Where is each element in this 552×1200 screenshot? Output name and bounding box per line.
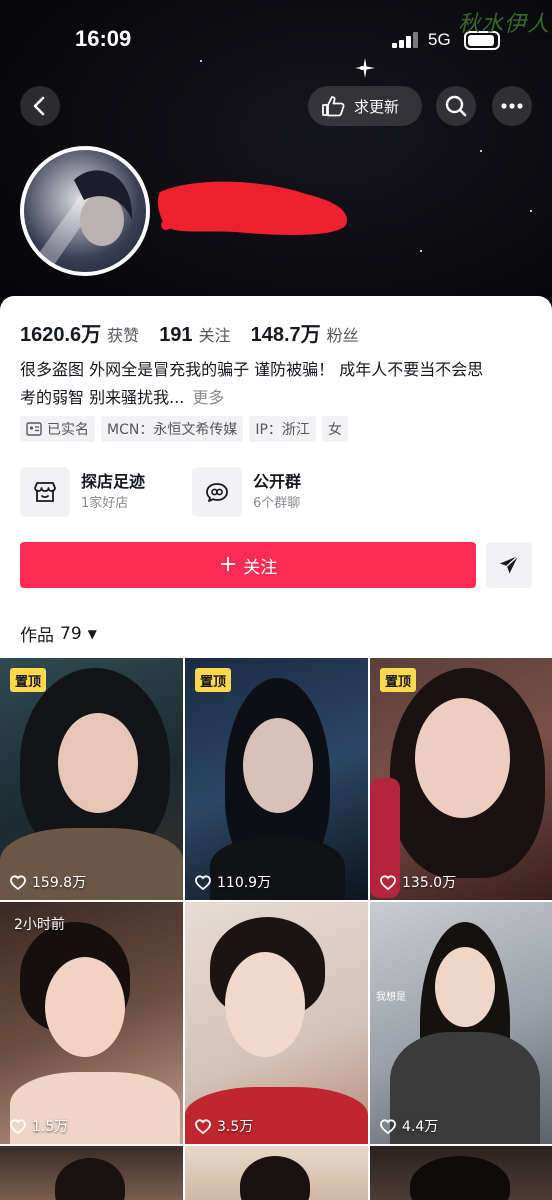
chat-group-icon-box — [192, 467, 242, 517]
watermark-logo: 秋水伊人 — [458, 12, 551, 37]
search-icon — [445, 95, 467, 117]
video-likes-count: 1.5万 — [32, 1119, 69, 1135]
pinned-badge: 置顶 — [380, 668, 417, 692]
bio-more-link[interactable]: 更多 — [192, 388, 224, 407]
works-tab[interactable]: 作品 79 ▼ — [20, 621, 97, 647]
avatar-image — [34, 170, 133, 265]
video-thumbnail[interactable]: 置顶 135.0万 — [370, 658, 552, 900]
request-update-label: 求更新 — [354, 97, 400, 116]
send-message-button[interactable] — [486, 542, 532, 588]
store-visits-title: 探店足迹 — [81, 472, 146, 491]
video-likes-count: 159.8万 — [32, 875, 87, 891]
heart-icon — [10, 1118, 26, 1134]
video-thumbnail[interactable] — [370, 1146, 552, 1200]
search-button[interactable] — [436, 86, 476, 126]
back-button[interactable] — [20, 86, 60, 126]
video-likes: 3.5万 — [195, 1116, 253, 1136]
video-likes: 135.0万 — [380, 872, 456, 892]
following-count[interactable]: 191 — [159, 324, 192, 347]
gender-tag-label: 女 — [327, 422, 342, 438]
id-card-icon — [26, 422, 42, 436]
signal-icon — [392, 32, 420, 48]
follow-button[interactable]: + 关注 — [20, 542, 476, 588]
posted-time-badge: 2小时前 — [14, 917, 65, 933]
store-icon-box — [20, 467, 70, 517]
video-likes: 1.5万 — [10, 1116, 68, 1136]
network-label: 5G — [428, 30, 451, 49]
public-group-title: 公开群 — [253, 472, 302, 491]
video-thumbnail[interactable]: 2小时前 1.5万 — [0, 902, 183, 1144]
pinned-badge: 置顶 — [10, 668, 47, 692]
works-tab-label: 作品 — [20, 626, 54, 646]
pinned-badge: 置顶 — [195, 668, 232, 692]
profile-tags: 已实名 MCN：永恒文希传媒 IP：浙江 女 — [20, 416, 348, 442]
heart-icon — [195, 874, 211, 890]
works-count: 79 — [60, 623, 82, 644]
status-time: 16:09 — [75, 26, 132, 51]
heart-icon — [10, 874, 26, 890]
heart-icon — [380, 874, 396, 890]
plus-icon: + — [218, 552, 238, 577]
mcn-tag-label: MCN：永恒文希传媒 — [107, 422, 238, 438]
video-likes: 159.8万 — [10, 872, 86, 892]
video-thumbnail[interactable]: 置顶 110.9万 — [185, 658, 368, 900]
heart-icon — [380, 1118, 396, 1134]
video-thumbnail[interactable] — [185, 1146, 368, 1200]
video-likes: 4.4万 — [380, 1116, 438, 1136]
store-visits-entry[interactable]: 探店足迹 1家好店 — [20, 466, 145, 518]
video-thumbnail[interactable]: 3.5万 — [185, 902, 368, 1144]
avatar[interactable] — [20, 146, 150, 276]
video-thumbnail[interactable] — [0, 1146, 183, 1200]
chat-group-icon — [206, 483, 228, 502]
mcn-tag[interactable]: MCN：永恒文希传媒 — [101, 416, 244, 442]
store-icon — [34, 482, 56, 502]
video-thumbnail[interactable]: 置顶 159.8万 — [0, 658, 183, 900]
public-group-entry[interactable]: 公开群 6个群聊 — [192, 466, 301, 518]
request-update-button[interactable]: 求更新 — [308, 86, 422, 126]
video-likes-count: 3.5万 — [217, 1119, 254, 1135]
bio-line-1: 很多盗图 外网全是冒充我的骗子 谨防被骗！ 成年人不要当不会思 — [20, 360, 484, 379]
followers-count[interactable]: 148.7万 — [251, 318, 321, 347]
caret-down-icon: ▼ — [87, 626, 97, 641]
redacted-username — [157, 181, 348, 236]
heart-icon — [195, 1118, 211, 1134]
followers-label[interactable]: 粉丝 — [327, 322, 359, 346]
video-likes: 110.9万 — [195, 872, 271, 892]
follow-button-label: 关注 — [243, 557, 278, 578]
video-likes-count: 110.9万 — [217, 875, 272, 891]
ip-tag-label: IP：浙江 — [255, 422, 310, 438]
sparkle-icon — [355, 58, 375, 78]
ip-location-tag: IP：浙江 — [249, 416, 316, 442]
video-overlay-text: 我想是 — [376, 992, 406, 1003]
store-visits-sub: 1家好店 — [81, 496, 129, 511]
more-dots-icon — [501, 103, 523, 109]
gender-tag: 女 — [321, 416, 348, 442]
video-thumbnail[interactable]: 我想是 4.4万 — [370, 902, 552, 1144]
bio-text[interactable]: 很多盗图 外网全是冒充我的骗子 谨防被骗！ 成年人不要当不会思 考的弱智 别来骚… — [20, 356, 535, 412]
more-options-button[interactable] — [492, 86, 532, 126]
verified-tag[interactable]: 已实名 — [20, 416, 95, 442]
chevron-left-icon — [33, 96, 45, 116]
verified-tag-label: 已实名 — [47, 422, 89, 438]
profile-stats: 1620.6万 获赞 191 关注 148.7万 粉丝 — [20, 318, 379, 347]
likes-count: 1620.6万 — [20, 324, 102, 346]
video-likes-count: 135.0万 — [402, 875, 457, 891]
hand-pointing-icon — [322, 96, 345, 117]
video-grid: 置顶 159.8万 置顶 110.9万 置顶 135.0万 2小时前 1.5万 … — [0, 658, 552, 1200]
video-likes-count: 4.4万 — [402, 1119, 439, 1135]
bio-line-2: 考的弱智 别来骚扰我... — [20, 388, 185, 407]
likes-label: 获赞 — [107, 326, 140, 345]
following-label[interactable]: 关注 — [199, 322, 231, 346]
public-group-sub: 6个群聊 — [253, 496, 301, 511]
paper-plane-icon — [500, 555, 519, 574]
